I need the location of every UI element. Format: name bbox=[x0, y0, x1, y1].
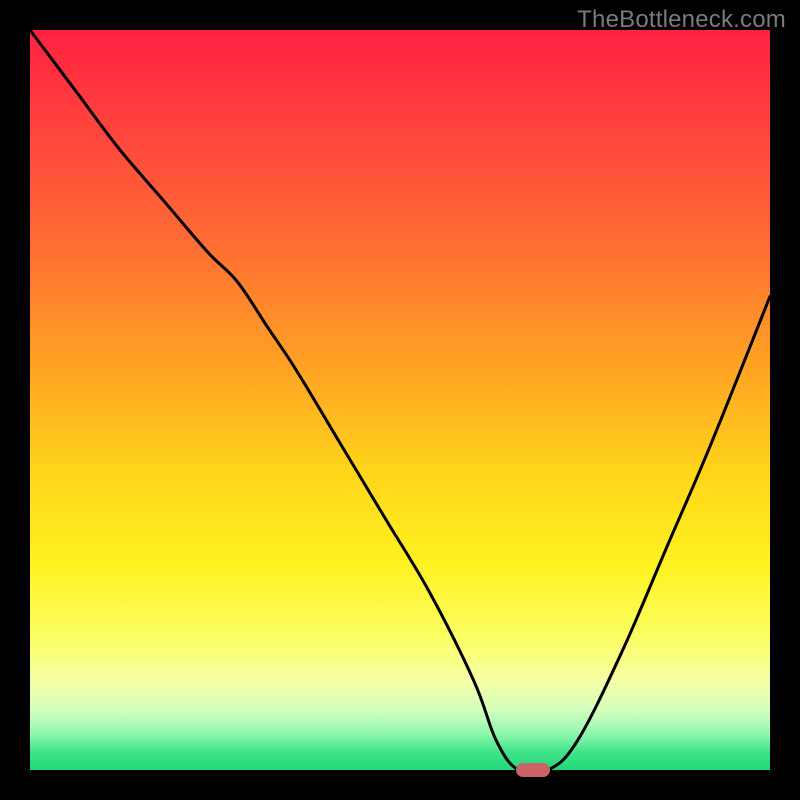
chart-plot-area bbox=[30, 30, 770, 770]
optimal-marker bbox=[516, 763, 550, 777]
bottleneck-curve bbox=[30, 30, 770, 770]
chart-frame: TheBottleneck.com bbox=[0, 0, 800, 800]
